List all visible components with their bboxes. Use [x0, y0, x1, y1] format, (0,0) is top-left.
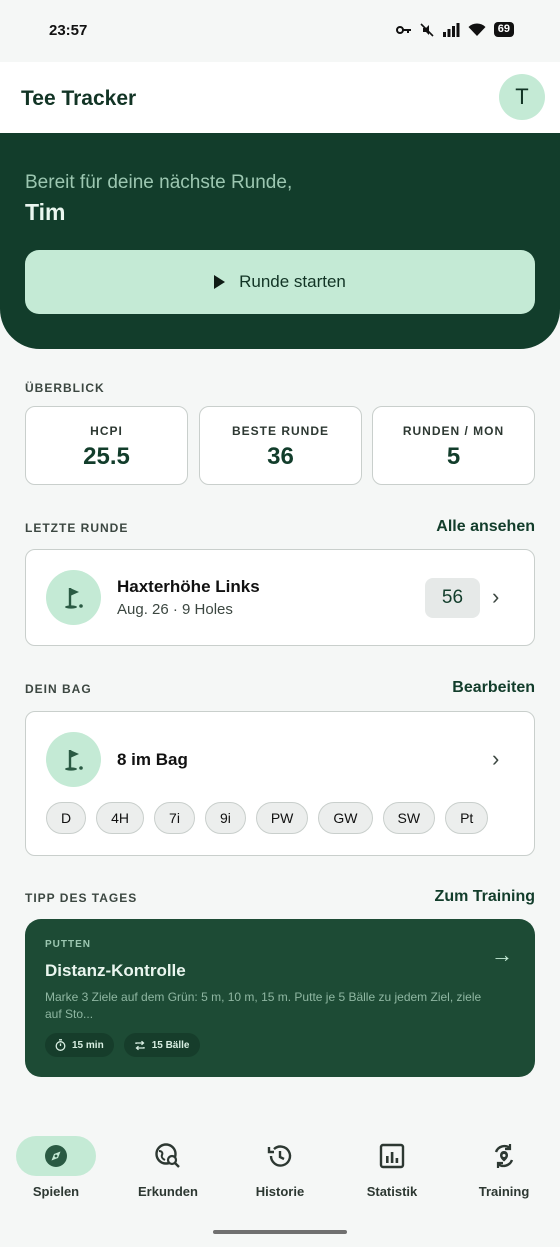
home-indicator[interactable] — [213, 1230, 347, 1234]
tip-card[interactable]: PUTTEN Distanz-Kontrolle Marke 3 Ziele a… — [25, 919, 535, 1077]
tip-tags: 15 min 15 Bälle — [45, 1033, 200, 1057]
start-round-label: Runde starten — [239, 272, 346, 291]
arrow-right-icon[interactable]: → — [491, 942, 513, 968]
tip-title: Distanz-Kontrolle — [45, 961, 186, 980]
mute-icon — [420, 22, 434, 37]
nav-label: Erkunden — [138, 1184, 198, 1199]
repeat-icon — [135, 1040, 145, 1050]
tip-category: PUTTEN — [45, 939, 91, 950]
start-round-button[interactable]: Runde starten — [25, 250, 535, 314]
club-chip[interactable]: D — [46, 802, 87, 834]
club-chip[interactable]: PW — [255, 802, 309, 834]
round-score-badge: 56 — [425, 578, 480, 618]
club-chip[interactable]: 4H — [96, 802, 145, 834]
view-all-link[interactable]: Alle ansehen — [436, 518, 535, 536]
play-icon — [214, 275, 226, 289]
tip-label: TIPP DES TAGES — [25, 891, 138, 905]
balls-value: 15 Bälle — [151, 1039, 190, 1051]
duration-value: 15 min — [72, 1039, 104, 1051]
nav-label: Training — [478, 1184, 530, 1199]
golf-flag-icon — [46, 570, 101, 625]
nav-item-historie[interactable]: Historie — [224, 1136, 336, 1199]
stat-card-rounds-per-month: RUNDEN / MON 5 — [372, 406, 535, 485]
hero-panel: Bereit für deine nächste Runde, Tim Rund… — [0, 133, 560, 349]
wifi-icon — [468, 22, 486, 36]
round-course-name: Haxterhöhe Links — [117, 577, 260, 596]
chart-icon — [352, 1136, 432, 1176]
status-icons: 69 — [395, 22, 514, 37]
stat-value: 25.5 — [83, 443, 130, 470]
club-chip[interactable]: 7i — [154, 802, 195, 834]
club-chip[interactable]: 9i — [204, 802, 246, 834]
stat-value: 5 — [446, 443, 461, 470]
stat-card-best-round: BESTE RUNDE 36 — [199, 406, 362, 485]
status-time: 23:57 — [49, 22, 88, 39]
club-chips: D 4H 7i 9i PW GW SW Pt — [46, 802, 489, 834]
edit-bag-link[interactable]: Bearbeiten — [452, 679, 535, 697]
compass-icon — [16, 1136, 96, 1176]
stat-label: HCPI — [90, 424, 123, 438]
signal-icon — [442, 22, 460, 37]
club-chip[interactable]: GW — [318, 802, 373, 834]
chevron-right-icon: › — [492, 584, 500, 609]
greeting-text: Bereit für deine nächste Runde, — [25, 172, 293, 193]
stat-label: BESTE RUNDE — [231, 424, 329, 438]
bottom-navigation: Spielen Erkunden Historie Statistik Trai… — [0, 1120, 560, 1247]
stat-value: 36 — [267, 443, 294, 470]
balls-tag: 15 Bälle — [123, 1033, 200, 1057]
chevron-right-icon: › — [492, 746, 500, 771]
nav-item-statistik[interactable]: Statistik — [336, 1136, 448, 1199]
to-training-link[interactable]: Zum Training — [435, 888, 535, 906]
last-round-label: LETZTE RUNDE — [25, 521, 129, 535]
club-chip[interactable]: SW — [382, 802, 436, 834]
nav-label: Statistik — [366, 1184, 418, 1199]
nav-item-erkunden[interactable]: Erkunden — [112, 1136, 224, 1199]
duration-tag: 15 min — [45, 1033, 114, 1057]
history-icon — [240, 1136, 320, 1176]
club-chip[interactable]: Pt — [445, 802, 489, 834]
vpn-key-icon — [395, 25, 411, 34]
overview-label: ÜBERBLICK — [25, 381, 105, 395]
tip-description: Marke 3 Ziele auf dem Grün: 5 m, 10 m, 1… — [45, 990, 482, 1021]
last-round-card[interactable]: Haxterhöhe Links Aug. 26 · 9 Holes 56 › — [25, 549, 535, 646]
round-details: Aug. 26 · 9 Holes — [117, 601, 233, 618]
status-bar: 23:57 69 — [0, 0, 560, 62]
stat-card-hcpi: HCPI 25.5 — [25, 406, 188, 485]
nav-item-training[interactable]: Training — [448, 1136, 560, 1199]
timer-icon — [55, 1039, 66, 1051]
battery-level: 69 — [493, 22, 514, 37]
bag-count: 8 im Bag — [117, 750, 188, 769]
nav-label: Historie — [255, 1184, 305, 1199]
app-bar: Tee Tracker — [0, 62, 560, 134]
training-icon — [464, 1136, 544, 1176]
user-name: Tim — [25, 199, 66, 225]
golf-flag-icon — [46, 732, 101, 787]
nav-label: Spielen — [32, 1184, 80, 1199]
avatar[interactable]: T — [499, 74, 545, 120]
globe-search-icon — [128, 1136, 208, 1176]
app-title: Tee Tracker — [21, 87, 137, 110]
stat-label: RUNDEN / MON — [402, 424, 505, 438]
nav-item-spielen[interactable]: Spielen — [0, 1136, 112, 1199]
bag-label: DEIN BAG — [25, 682, 92, 696]
bag-card[interactable]: 8 im Bag › D 4H 7i 9i PW GW SW Pt — [25, 711, 535, 856]
